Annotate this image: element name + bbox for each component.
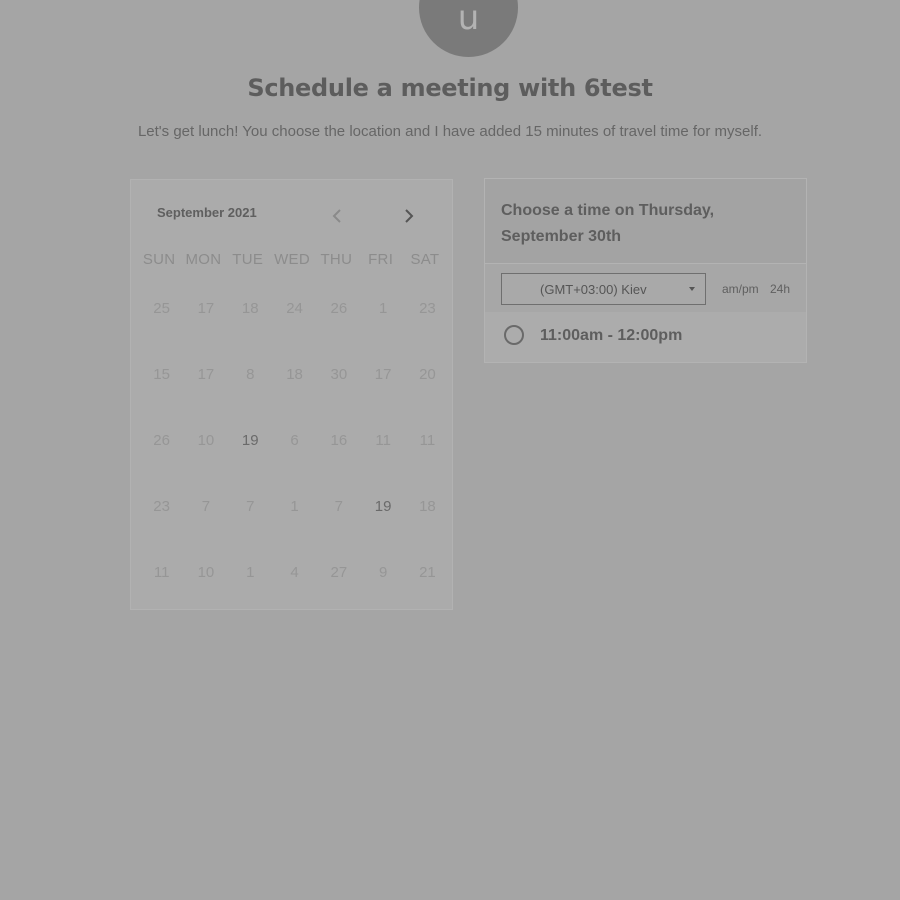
time-panel-title: Choose a time on Thursday, September 30t…: [501, 202, 715, 245]
radio-icon: [504, 325, 524, 345]
calendar-days-grid: 25 17 18 24 26 1 23 15 17 8 18 30 17 20 …: [148, 296, 448, 626]
prev-month-button[interactable]: [327, 204, 347, 228]
calendar-day: 18: [419, 498, 436, 515]
avatar: u: [419, 0, 518, 57]
scheduling-page: u Schedule a meeting with 6test Let's ge…: [0, 0, 900, 900]
timezone-value: (GMT+03:00) Kiev: [540, 282, 647, 297]
timezone-select[interactable]: (GMT+03:00) Kiev: [501, 273, 706, 305]
weekday-label: THU: [320, 251, 353, 268]
page-description: Let's get lunch! You choose the location…: [137, 123, 763, 140]
chevron-left-icon: [332, 209, 341, 223]
format-ampm-toggle[interactable]: am/pm: [722, 282, 759, 296]
time-panel-controls: (GMT+03:00) Kiev am/pm 24h: [485, 264, 806, 312]
calendar: September 2021 SUN MON TUE WED THU FRI S…: [130, 179, 453, 610]
weekday-label: SAT: [410, 251, 440, 268]
caret-down-icon: [689, 287, 695, 291]
calendar-day: 20: [419, 366, 436, 383]
weekday-label: FRI: [368, 251, 394, 268]
time-slot-option[interactable]: 11:00am - 12:00pm: [485, 312, 806, 362]
calendar-day: 11: [419, 432, 436, 449]
weekday-label: WED: [274, 251, 310, 268]
weekday-header: SUN MON TUE WED THU FRI SAT: [137, 251, 447, 268]
time-selection-panel: Choose a time on Thursday, September 30t…: [484, 178, 807, 363]
chevron-right-icon: [405, 209, 414, 223]
page-title: Schedule a meeting with 6test: [247, 74, 653, 102]
calendar-day: 23: [419, 300, 436, 317]
weekday-label: SUN: [142, 251, 176, 268]
weekday-label: TUE: [232, 251, 264, 268]
format-24h-toggle[interactable]: 24h: [770, 282, 790, 296]
time-slot-label: 11:00am - 12:00pm: [540, 327, 683, 344]
calendar-month-label: September 2021: [157, 205, 257, 220]
calendar-day: 21: [419, 564, 436, 581]
next-month-button[interactable]: [399, 204, 419, 228]
time-panel-header: Choose a time on Thursday, September 30t…: [485, 179, 806, 264]
weekday-label: MON: [185, 251, 222, 268]
avatar-letter: u: [457, 0, 480, 38]
